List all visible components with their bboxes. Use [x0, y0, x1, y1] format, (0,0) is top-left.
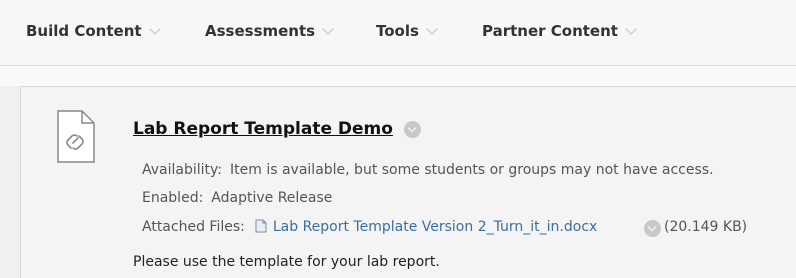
availability-label: Availability: — [142, 162, 223, 178]
tools-menu[interactable]: Tools — [376, 22, 438, 40]
availability-row: Availability: Item is available, but some… — [142, 162, 714, 178]
tools-label: Tools — [376, 22, 419, 40]
file-options-button[interactable] — [644, 220, 661, 237]
enabled-value: Adaptive Release — [211, 190, 333, 206]
assessments-label: Assessments — [205, 22, 316, 40]
item-options-button[interactable] — [404, 121, 421, 138]
build-content-menu[interactable]: Build Content — [26, 22, 161, 40]
content-item-description: Please use the template for your lab rep… — [133, 254, 440, 270]
attached-files-row: Attached Files: Lab Report Template Vers… — [142, 219, 597, 235]
partner-content-menu[interactable]: Partner Content — [482, 22, 637, 40]
availability-value: Item is available, but some students or … — [230, 162, 714, 178]
chevron-down-icon — [426, 23, 438, 35]
spacer — [0, 66, 796, 86]
content-item-title-link[interactable]: Lab Report Template Demo — [133, 119, 393, 139]
enabled-row: Enabled: Adaptive Release — [142, 190, 332, 206]
chevron-down-icon — [148, 23, 161, 35]
content-item-panel — [20, 86, 796, 278]
document-link-icon — [57, 110, 95, 163]
attached-file-link[interactable]: Lab Report Template Version 2_Turn_it_in… — [273, 219, 597, 235]
assessments-menu[interactable]: Assessments — [205, 22, 334, 40]
action-bar: Build Content Assessments Tools Partner … — [0, 0, 796, 66]
build-content-label: Build Content — [26, 22, 142, 40]
enabled-label: Enabled: — [142, 190, 204, 206]
attached-files-label: Attached Files: — [142, 219, 245, 235]
attached-file-size: (20.149 KB) — [664, 219, 748, 235]
file-icon — [255, 219, 267, 233]
chevron-down-icon — [625, 23, 637, 35]
partner-content-label: Partner Content — [482, 22, 618, 40]
chevron-down-icon — [322, 23, 334, 35]
